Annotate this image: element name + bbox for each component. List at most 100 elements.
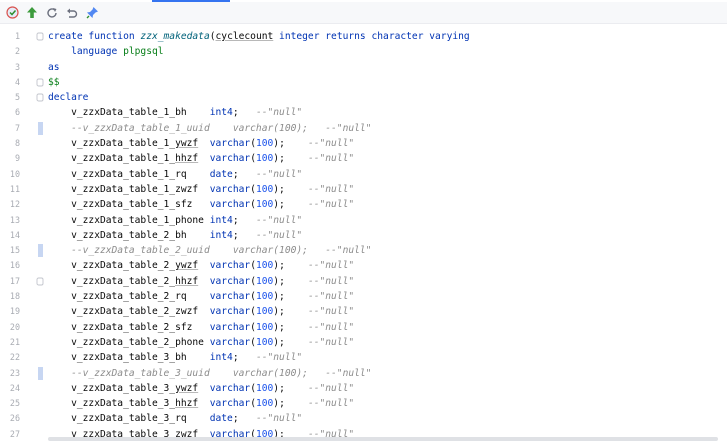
code-line[interactable]: 11 v_zzxData_table_1_zwzf varchar(100); …	[0, 182, 727, 197]
code-token: );	[273, 138, 308, 150]
line-number: 6	[14, 107, 20, 118]
code-token: language	[71, 46, 124, 58]
code-token: --"null"	[255, 229, 303, 241]
fold-toggle-icon[interactable]	[36, 78, 44, 87]
commit-icon[interactable]	[24, 5, 40, 21]
execute-icon[interactable]	[4, 5, 20, 21]
code-token: ;	[232, 229, 256, 241]
code-line[interactable]: 1 create function zzx_makedata(cyclecount…	[0, 29, 727, 44]
code-line[interactable]: 17 v_zzxData_table_2_hhzf varchar(100); …	[0, 274, 727, 289]
line-number: 16	[9, 260, 20, 271]
code-token: );	[273, 275, 308, 287]
code-line[interactable]: 23 --v_zzxData_table_3_uuid varchar(100)…	[0, 366, 727, 381]
code-line[interactable]: 2 language plpgsql	[0, 44, 727, 59]
fold-toggle-icon[interactable]	[36, 93, 44, 102]
code-line[interactable]: 10 v_zzxData_table_1_rq date; --"null"	[0, 167, 727, 182]
line-number: 2	[14, 46, 20, 57]
pin-icon[interactable]	[84, 5, 100, 21]
horizontal-scrollbar[interactable]	[48, 437, 718, 441]
code-token: 100	[255, 321, 274, 333]
code-token: ;	[232, 413, 256, 425]
code-line[interactable]: 9 v_zzxData_table_1_hhzf varchar(100); -…	[0, 151, 727, 166]
code-token: --"null"	[307, 382, 355, 394]
code-token: --"null"	[307, 275, 355, 287]
code-token: --"null"	[307, 321, 355, 333]
code-line[interactable]: 26 v_zzxData_table_3_rq date; --"null"	[0, 411, 727, 426]
line-number: 19	[9, 306, 20, 317]
code-lines[interactable]: 1 create function zzx_makedata(cyclecount…	[0, 29, 727, 442]
code-token: 100	[255, 291, 274, 303]
code-token: ywzf	[175, 260, 199, 272]
code-text: $$	[48, 75, 60, 90]
code-token: --"null"	[307, 336, 355, 348]
code-line[interactable]: 15 --v_zzxData_table_2_uuid varchar(100)…	[0, 243, 727, 258]
code-line[interactable]: 12 v_zzxData_table_1_sfz varchar(100); -…	[0, 197, 727, 212]
code-token: hhzf	[175, 398, 199, 410]
code-token: v_zzxData_table_1_zwzf	[48, 183, 210, 195]
code-token: create function	[48, 31, 141, 42]
code-text: --v_zzxData_table_3_uuid varchar(100); -…	[48, 366, 371, 381]
code-line[interactable]: 3 as	[0, 60, 727, 75]
code-text: v_zzxData_table_1_zwzf varchar(100); --"…	[48, 182, 354, 197]
code-token: v_zzxData_table_3_	[48, 398, 176, 410]
code-token: --"null"	[255, 107, 303, 119]
fold-toggle-icon[interactable]	[36, 277, 44, 286]
change-marker[interactable]	[38, 366, 43, 380]
code-token: 100	[255, 382, 274, 394]
code-line[interactable]: 20 v_zzxData_table_2_sfz varchar(100); -…	[0, 320, 727, 335]
line-number: 8	[14, 138, 20, 149]
code-token: plpgsql	[123, 46, 164, 58]
code-token: hhzf	[175, 153, 199, 165]
code-token: v_zzxData_table_2_bh	[48, 229, 210, 241]
code-line[interactable]: 14 v_zzxData_table_2_bh int4; --"null"	[0, 228, 727, 243]
code-token: ;	[232, 352, 256, 364]
code-line[interactable]: 5 declare	[0, 90, 727, 105]
rollback-icon[interactable]	[64, 5, 80, 21]
change-marker[interactable]	[38, 121, 43, 135]
code-line[interactable]: 6 v_zzxData_table_1_bh int4; --"null"	[0, 105, 727, 120]
line-number: 27	[9, 428, 20, 439]
code-text: v_zzxData_table_2_sfz varchar(100); --"n…	[48, 320, 354, 335]
code-token: varchar	[209, 199, 251, 211]
code-token: 100	[255, 398, 274, 410]
code-line[interactable]: 4 $$	[0, 75, 727, 90]
code-text: v_zzxData_table_1_phone int4; --"null"	[48, 213, 302, 228]
code-line[interactable]: 21 v_zzxData_table_2_phone varchar(100);…	[0, 335, 727, 350]
code-token: ;	[232, 168, 256, 180]
code-token: varchar	[209, 398, 251, 410]
code-line[interactable]: 18 v_zzxData_table_2_rq varchar(100); --…	[0, 289, 727, 304]
code-token: ;	[232, 214, 256, 226]
code-text: v_zzxData_table_2_rq varchar(100); --"nu…	[48, 289, 354, 304]
code-line[interactable]: 16 v_zzxData_table_2_ywzf varchar(100); …	[0, 258, 727, 273]
code-token: date	[209, 413, 233, 425]
code-token: int4	[209, 214, 233, 226]
code-token: integer	[273, 31, 320, 42]
code-token: ywzf	[175, 138, 199, 150]
refresh-icon[interactable]	[44, 5, 60, 21]
code-token: 100	[255, 336, 274, 348]
line-number: 7	[14, 122, 20, 133]
code-text: v_zzxData_table_3_ywzf varchar(100); --"…	[48, 381, 354, 396]
code-line[interactable]: 7 --v_zzxData_table_1_uuid varchar(100);…	[0, 121, 727, 136]
sql-editor[interactable]: 1 create function zzx_makedata(cyclecount…	[0, 25, 727, 446]
code-line[interactable]: 22 v_zzxData_table_3_bh int4; --"null"	[0, 350, 727, 365]
code-line[interactable]: 8 v_zzxData_table_1_ywzf varchar(100); -…	[0, 136, 727, 151]
code-token: );	[273, 199, 308, 211]
line-number: 12	[9, 199, 20, 210]
code-token: int4	[209, 229, 233, 241]
code-token: varchar	[209, 336, 251, 348]
line-number: 23	[9, 367, 20, 378]
code-token: ;	[232, 107, 256, 119]
code-text: v_zzxData_table_1_hhzf varchar(100); --"…	[48, 151, 354, 166]
code-token: cyclecount	[215, 31, 274, 42]
change-marker[interactable]	[38, 244, 43, 258]
code-line[interactable]: 25 v_zzxData_table_3_hhzf varchar(100); …	[0, 396, 727, 411]
code-line[interactable]: 24 v_zzxData_table_3_ywzf varchar(100); …	[0, 381, 727, 396]
code-text: create function zzx_makedata(cyclecount …	[48, 29, 470, 44]
code-line[interactable]: 19 v_zzxData_table_2_zwzf varchar(100); …	[0, 304, 727, 319]
code-token: v_zzxData_table_1_rq	[48, 168, 210, 180]
code-line[interactable]: 13 v_zzxData_table_1_phone int4; --"null…	[0, 213, 727, 228]
fold-toggle-icon[interactable]	[36, 32, 44, 41]
